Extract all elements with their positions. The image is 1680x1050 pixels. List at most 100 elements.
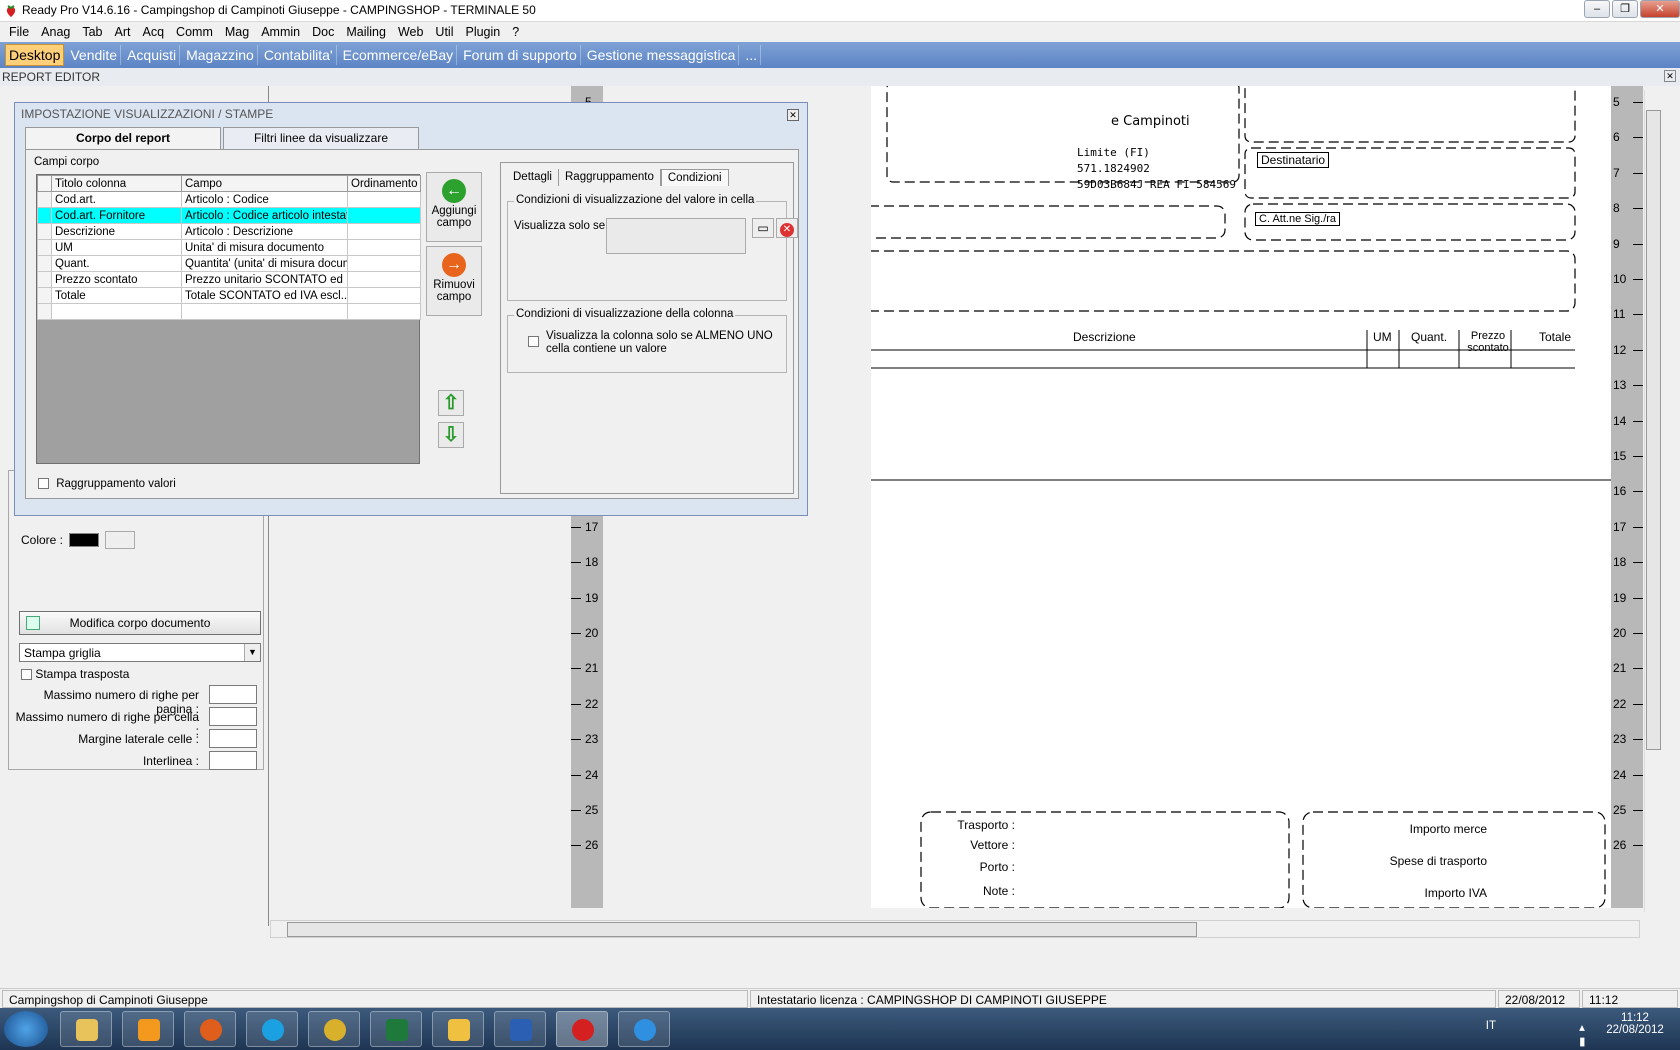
table-row[interactable]: Totale Totale SCONTATO ed IVA escl... (37, 287, 421, 304)
raggruppamento-checkbox[interactable] (38, 478, 49, 490)
tab-filtri-linee[interactable]: Filtri linee da visualizzare (223, 127, 419, 149)
cell-titolo[interactable]: Prezzo scontato (51, 271, 182, 288)
cell-campo[interactable]: Articolo : Codice (181, 191, 348, 208)
cell-titolo[interactable]: Descrizione (51, 223, 182, 240)
module-magazzino[interactable]: Magazzino (183, 45, 258, 65)
cell-titolo[interactable]: Cod.art. (51, 191, 182, 208)
module-contabilita[interactable]: Contabilita' (261, 45, 337, 65)
table-row[interactable]: Cod.art. Articolo : Codice (37, 191, 421, 208)
max-righe-cella-input[interactable] (209, 707, 257, 726)
rimuovi-campo-button[interactable]: → Rimuovi campo (426, 246, 482, 316)
minimize-button[interactable]: – (1584, 0, 1610, 18)
close-button[interactable]: ✕ (1640, 0, 1680, 18)
stampa-trasposta-checkbox[interactable] (21, 669, 32, 681)
header-ordinamento[interactable]: Ordinamento (347, 175, 421, 192)
margine-laterale-input[interactable] (209, 729, 257, 748)
cell-ordinamento[interactable] (347, 271, 421, 288)
tab-condizioni[interactable]: Condizioni (660, 169, 729, 186)
horizontal-scroll-thumb[interactable] (287, 922, 1197, 937)
cell-ordinamento[interactable] (347, 303, 421, 320)
header-titolo-colonna[interactable]: Titolo colonna (51, 175, 182, 192)
menu-help[interactable]: ? (507, 22, 526, 42)
taskbar-firefox[interactable] (184, 1011, 236, 1047)
close-icon[interactable]: ✕ (1664, 70, 1676, 82)
vertical-scrollbar[interactable] (1644, 90, 1662, 912)
taskbar-outlook[interactable] (432, 1011, 484, 1047)
cell-campo[interactable] (181, 303, 348, 320)
row-header[interactable] (37, 207, 52, 224)
tray-clock[interactable]: 11:12 22/08/2012 (1600, 1012, 1670, 1036)
chevron-down-icon[interactable]: ▼ (244, 644, 260, 661)
menu-tab[interactable]: Tab (77, 22, 109, 42)
max-righe-pagina-input[interactable] (209, 685, 257, 704)
menu-plugin[interactable]: Plugin (460, 22, 507, 42)
tab-raggruppamento[interactable]: Raggruppamento (559, 169, 661, 186)
cell-titolo[interactable] (51, 303, 182, 320)
row-header[interactable] (37, 191, 52, 208)
folder-icon[interactable]: ▭ (752, 218, 774, 238)
header-campo[interactable]: Campo (181, 175, 348, 192)
vertical-scroll-thumb[interactable] (1646, 110, 1661, 750)
menu-ammin[interactable]: Ammin (256, 22, 307, 42)
modifica-corpo-button[interactable]: Modifica corpo documento (19, 611, 261, 635)
row-header[interactable] (37, 303, 52, 320)
aggiungi-campo-button[interactable]: ← Aggiungi campo (426, 172, 482, 242)
module-more[interactable]: ... (742, 45, 762, 65)
taskbar-chrome[interactable] (308, 1011, 360, 1047)
cell-campo[interactable]: Unita' di misura documento (181, 239, 348, 256)
stampa-select[interactable]: Stampa griglia ▼ (19, 643, 261, 662)
menu-acq[interactable]: Acq (138, 22, 172, 42)
move-up-button[interactable]: ⇧ (438, 390, 464, 416)
move-down-button[interactable]: ⇩ (438, 422, 464, 448)
table-row[interactable]: Cod.art. Fornitore Articolo : Codice arti… (37, 207, 421, 224)
cell-campo[interactable]: Prezzo unitario SCONTATO ed I... (181, 271, 348, 288)
taskbar-ie[interactable] (618, 1011, 670, 1047)
cell-titolo[interactable]: UM (51, 239, 182, 256)
table-row[interactable]: Prezzo scontato Prezzo unitario SCONTATO … (37, 271, 421, 288)
table-row[interactable]: UM Unita' di misura documento (37, 239, 421, 256)
taskbar-explorer[interactable] (60, 1011, 112, 1047)
row-header[interactable] (37, 287, 52, 304)
table-row[interactable] (37, 303, 421, 320)
module-forum[interactable]: Forum di supporto (460, 45, 581, 65)
tray-icons[interactable]: ▴ ▮ ▭ ◂) (1579, 1020, 1590, 1050)
interlinea-input[interactable] (209, 751, 257, 770)
taskbar-excel[interactable] (370, 1011, 422, 1047)
taskbar-word[interactable] (494, 1011, 546, 1047)
module-acquisti[interactable]: Acquisti (124, 45, 181, 65)
module-ecommerce[interactable]: Ecommerce/eBay (340, 45, 458, 65)
menu-web[interactable]: Web (393, 22, 430, 42)
table-row[interactable]: Quant. Quantita' (unita' di misura docum.… (37, 255, 421, 272)
menu-comm[interactable]: Comm (171, 22, 220, 42)
row-header[interactable] (37, 255, 52, 272)
delete-condition-button[interactable]: ✕ (776, 218, 798, 238)
visualizza-colonna-checkbox[interactable] (528, 336, 539, 347)
tab-corpo-report[interactable]: Corpo del report (25, 127, 221, 151)
module-vendite[interactable]: Vendite (67, 45, 122, 65)
cell-ordinamento[interactable] (347, 191, 421, 208)
menu-doc[interactable]: Doc (307, 22, 341, 42)
menu-mag[interactable]: Mag (220, 22, 256, 42)
language-indicator[interactable]: IT (1486, 1020, 1496, 1032)
menu-mailing[interactable]: Mailing (341, 22, 393, 42)
color-swatch[interactable] (69, 533, 99, 547)
taskbar-media[interactable] (122, 1011, 174, 1047)
taskbar-skype[interactable] (246, 1011, 298, 1047)
cell-ordinamento[interactable] (347, 207, 421, 224)
start-button[interactable] (4, 1011, 48, 1047)
cell-titolo[interactable]: Quant. (51, 255, 182, 272)
menu-anag[interactable]: Anag (36, 22, 77, 42)
horizontal-scrollbar[interactable] (270, 920, 1640, 938)
taskbar-readypro[interactable] (556, 1011, 608, 1047)
close-icon[interactable]: ✕ (787, 109, 799, 121)
cell-ordinamento[interactable] (347, 255, 421, 272)
cell-ordinamento[interactable] (347, 223, 421, 240)
menu-util[interactable]: Util (430, 22, 460, 42)
folder-icon[interactable] (105, 531, 135, 549)
row-header[interactable] (37, 271, 52, 288)
tab-dettagli[interactable]: Dettagli (507, 169, 559, 186)
row-header[interactable] (37, 223, 52, 240)
condition-field[interactable] (606, 218, 746, 254)
cell-titolo[interactable]: Cod.art. Fornitore (51, 207, 182, 224)
module-messaggistica[interactable]: Gestione messaggistica (584, 45, 740, 65)
